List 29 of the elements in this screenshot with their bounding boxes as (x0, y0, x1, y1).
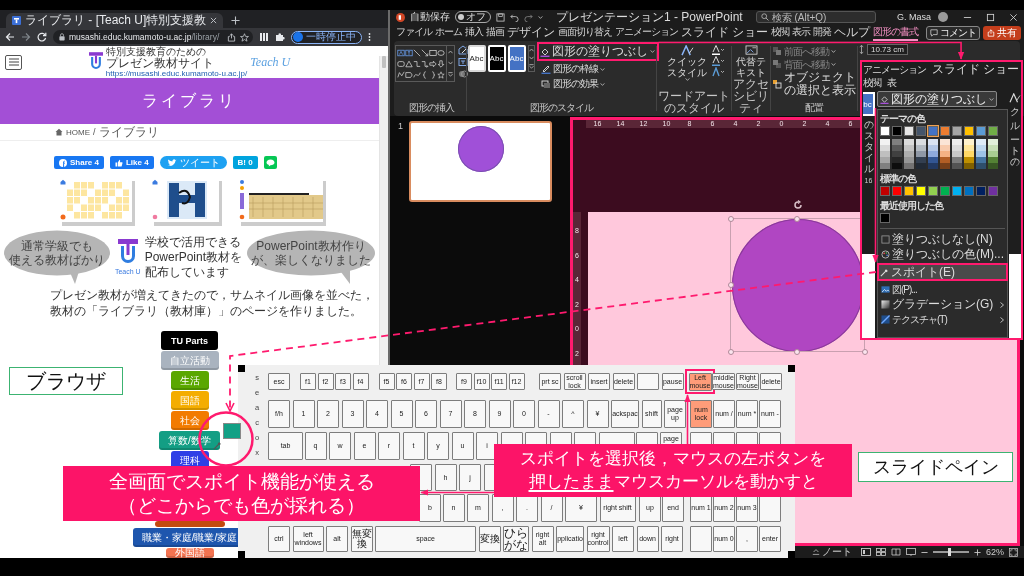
area-label: ブラウザ (9, 367, 123, 395)
site-title: プレゼン教材サイト (105, 56, 215, 69)
menu-heading: 最近使用した色 (880, 199, 945, 212)
group-label: 図形の挿入 (408, 102, 454, 115)
callout-tooltip: スポイトを選択後，マウスの左ボタンを 押したまま マウスカーソルを動かすと (494, 444, 852, 497)
group-label: のスタイル (863, 119, 874, 174)
site-subtitle: 特別支援教育のための (105, 46, 207, 57)
area-label: スライドペイン (858, 452, 1013, 482)
page-title: ライブラリ (142, 90, 237, 111)
document-title: プレゼンテーション1 - PowerPoint (556, 8, 743, 26)
breadcrumb-current: ライブラリ (98, 123, 159, 141)
menu-heading: テーマの色 (880, 112, 927, 125)
banner-headline: 学校で活用できる PowerPoint教材を 配布しています (144, 234, 243, 280)
group-label: アクセシビリティ (732, 78, 770, 116)
menu-heading: 標準の色 (880, 172, 918, 185)
autosave-label: 自動保存 (410, 10, 450, 24)
group-label: ワードアートのスタイル (657, 90, 731, 116)
group-label: 配置 (805, 102, 823, 115)
group-label: 図形のスタイル (530, 102, 593, 115)
intro-text: プレゼン教材が増えてきたので，サムネイル画像を並べた，教材の「ライブラリ（教材庫）」のページを作りました。 (49, 287, 375, 319)
slide-number: 1 (398, 121, 403, 131)
site-url: https://musashi.educ.kumamoto-u.ac.jp/ (105, 69, 248, 78)
ribbon-label-fragment: ル (1009, 120, 1021, 131)
ribbon-label-fragment: ク (1009, 106, 1021, 117)
ribbon-label-fragment: ートの (1009, 134, 1021, 167)
user-name: G. Masa (897, 12, 931, 22)
logo-script: Teach U (250, 54, 291, 70)
callout-tooltip: 全画面でスポイト機能が使える （どこからでも色が採れる） (63, 466, 420, 521)
breadcrumb-separator: / (93, 127, 96, 137)
